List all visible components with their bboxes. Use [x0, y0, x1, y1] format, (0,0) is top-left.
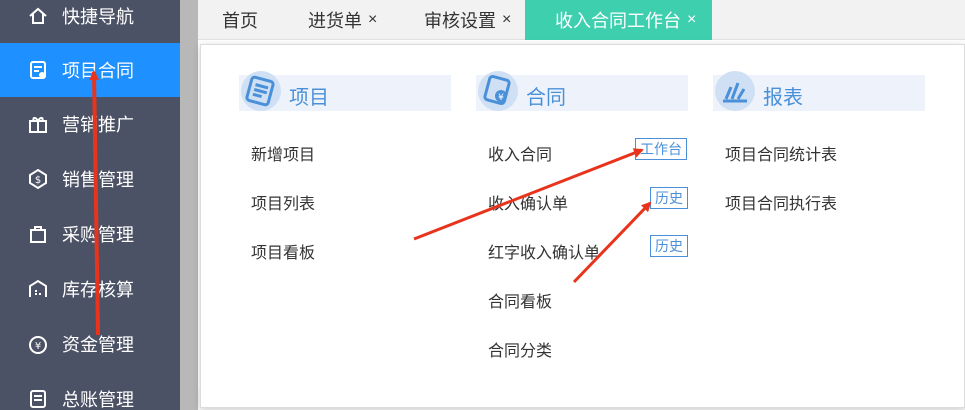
- sidebar-item-label: 资金管理: [62, 335, 134, 355]
- menu-column-title: 报表: [763, 87, 803, 109]
- tab-label: 首页: [222, 11, 258, 31]
- workbench-badge[interactable]: 工作台: [635, 138, 687, 160]
- sidebar-item-inventory[interactable]: 库存核算: [0, 262, 180, 316]
- close-icon[interactable]: ×: [368, 11, 377, 29]
- menu-item-income-contract[interactable]: 收入合同: [488, 141, 552, 165]
- menu-item-project-list[interactable]: 项目列表: [251, 190, 315, 214]
- menu-item-contract-board[interactable]: 合同看板: [488, 288, 552, 312]
- gift-icon: [27, 113, 49, 135]
- menu-column-title: 项目: [289, 87, 329, 109]
- sidebar-item-project-contract[interactable]: 项目合同: [0, 43, 180, 97]
- sales-icon: $: [27, 168, 49, 190]
- sidebar-item-label: 采购管理: [62, 225, 134, 245]
- tab-label: 进货单: [308, 11, 362, 31]
- history-badge[interactable]: 历史: [650, 235, 688, 257]
- menu-item-new-project[interactable]: 新增项目: [251, 141, 315, 165]
- menu-item-project-contract-execution[interactable]: 项目合同执行表: [725, 190, 837, 214]
- menu-column-header-project: 项目: [239, 71, 451, 111]
- tab-label: 审核设置: [424, 11, 496, 31]
- menu-item-income-confirmation[interactable]: 收入确认单: [488, 190, 568, 214]
- sidebar-item-sales[interactable]: $ 销售管理: [0, 152, 180, 206]
- menu-column-header-contract: ¥ 合同: [476, 71, 688, 111]
- close-icon[interactable]: ×: [687, 11, 696, 29]
- bag-icon: [27, 223, 49, 245]
- contract-icon: [27, 59, 49, 81]
- tab-label: 收入合同工作台: [555, 11, 681, 31]
- tab-income-contract-workbench[interactable]: 收入合同工作台 ×: [525, 0, 713, 40]
- home-icon: [27, 5, 49, 27]
- sidebar: 快捷导航 项目合同 营销推广 $ 销售管理 采购管理 库存核算 ¥ 资金管理 总…: [0, 0, 180, 410]
- sidebar-scrollbar[interactable]: [180, 0, 198, 410]
- list-icon: [239, 69, 283, 113]
- money-icon: ¥: [27, 333, 49, 355]
- history-badge[interactable]: 历史: [650, 187, 688, 209]
- menu-item-project-contract-stats[interactable]: 项目合同统计表: [725, 141, 837, 165]
- sidebar-item-label: 项目合同: [62, 61, 134, 81]
- tab-purchase-order[interactable]: 进货单 ×: [308, 0, 377, 40]
- sidebar-item-label: 总账管理: [62, 390, 134, 410]
- ledger-icon: [27, 388, 49, 410]
- tab-audit-settings[interactable]: 审核设置 ×: [424, 0, 511, 40]
- sidebar-item-quick-nav[interactable]: 快捷导航: [0, 0, 180, 43]
- menu-column-title: 合同: [526, 87, 566, 109]
- sidebar-item-marketing[interactable]: 营销推广: [0, 97, 180, 151]
- sidebar-item-general-ledger[interactable]: 总账管理: [0, 372, 180, 410]
- warehouse-icon: [27, 278, 49, 300]
- sidebar-item-purchase[interactable]: 采购管理: [0, 207, 180, 261]
- sidebar-item-funds[interactable]: ¥ 资金管理: [0, 317, 180, 371]
- tab-bar: 首页 进货单 × 审核设置 × 收入合同工作台 ×: [198, 0, 965, 40]
- menu-item-red-income-confirmation[interactable]: 红字收入确认单: [488, 239, 600, 263]
- svg-text:$: $: [35, 175, 41, 186]
- sidebar-item-label: 库存核算: [62, 280, 134, 300]
- svg-text:¥: ¥: [35, 341, 41, 352]
- project-contract-menu-panel: 项目 新增项目 项目列表 项目看板 ¥ 合同 收入合同 工作台 收入确认单 历史…: [200, 44, 965, 408]
- close-icon[interactable]: ×: [502, 11, 511, 29]
- menu-item-contract-category[interactable]: 合同分类: [488, 337, 552, 361]
- sidebar-item-label: 营销推广: [62, 115, 134, 135]
- tab-home[interactable]: 首页: [222, 0, 258, 40]
- report-icon: [713, 69, 757, 113]
- sidebar-item-label: 销售管理: [62, 170, 134, 190]
- contract-seal-icon: ¥: [476, 69, 520, 113]
- menu-column-header-report: 报表: [713, 71, 925, 111]
- svg-text:¥: ¥: [498, 93, 504, 103]
- sidebar-item-label: 快捷导航: [62, 7, 134, 27]
- menu-item-project-board[interactable]: 项目看板: [251, 239, 315, 263]
